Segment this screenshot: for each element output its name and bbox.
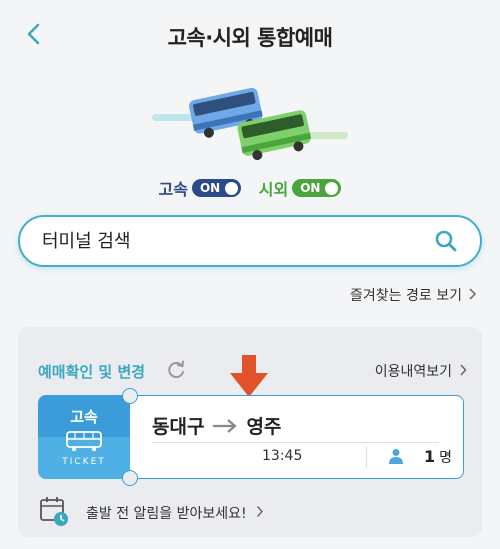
chevron-right-icon bbox=[469, 288, 477, 300]
express-toggle-group: 고속 ON bbox=[159, 176, 242, 200]
toggle-knob bbox=[225, 181, 239, 195]
bus-illustration bbox=[152, 87, 348, 161]
ticket-bus-type: 고속 bbox=[70, 408, 98, 426]
express-toggle[interactable]: ON bbox=[191, 179, 242, 197]
intercity-toggle-state: ON bbox=[300, 181, 321, 195]
favorite-routes-link[interactable]: 즐겨찾는 경로 보기 bbox=[350, 285, 462, 305]
ticket-body: 동대구 영주 13:45 1명 bbox=[122, 388, 464, 486]
destination-terminal: 영주 bbox=[246, 416, 282, 438]
arrow-down-icon bbox=[230, 355, 268, 397]
ticket-notch bbox=[122, 388, 138, 404]
search-icon[interactable] bbox=[434, 229, 458, 253]
reservation-check-link[interactable]: 예매확인 및 변경 bbox=[38, 361, 145, 382]
divider bbox=[366, 446, 367, 468]
arrow-right-icon bbox=[213, 418, 238, 433]
intercity-toggle[interactable]: ON bbox=[292, 179, 342, 197]
express-toggle-state: ON bbox=[199, 181, 221, 195]
departure-time: 13:45 bbox=[262, 448, 303, 464]
header: 고속·시외 통합예매 bbox=[0, 0, 500, 70]
express-toggle-label: 고속 bbox=[158, 180, 188, 199]
origin-terminal: 동대구 bbox=[152, 416, 205, 438]
chevron-right-icon bbox=[460, 364, 467, 376]
terminal-search-box[interactable] bbox=[18, 215, 482, 267]
departure-alarm-link[interactable]: 출발 전 알림을 받아보세요! bbox=[86, 503, 247, 523]
reservation-card: 예매확인 및 변경 이용내역보기 고속 TICKET 동대구 영주 13:45 … bbox=[18, 327, 482, 537]
ticket-stub: 고속 TICKET bbox=[38, 395, 130, 479]
usage-history-link[interactable]: 이용내역보기 bbox=[375, 361, 452, 381]
passenger-info: 1명 bbox=[424, 447, 452, 467]
toggle-knob bbox=[325, 181, 339, 195]
bus-icon bbox=[66, 431, 102, 452]
passenger-unit: 명 bbox=[439, 450, 453, 466]
ticket-route: 동대구 영주 bbox=[152, 412, 281, 439]
ticket-stub-label: TICKET bbox=[62, 457, 106, 467]
refresh-icon[interactable] bbox=[166, 360, 186, 380]
terminal-search-input[interactable] bbox=[42, 229, 422, 253]
intercity-toggle-label: 시외 bbox=[258, 180, 289, 199]
chevron-right-icon bbox=[256, 506, 263, 517]
page-title: 고속·시외 통합예매 bbox=[167, 26, 333, 50]
person-icon bbox=[389, 449, 403, 464]
intercity-toggle-group: 시외 ON bbox=[259, 176, 342, 200]
ticket-notch bbox=[122, 470, 138, 486]
passenger-count: 1 bbox=[424, 447, 436, 466]
bus-type-toggles: 고속 ON 시외 ON bbox=[0, 176, 500, 200]
divider bbox=[152, 442, 439, 443]
calendar-clock-icon bbox=[40, 497, 68, 526]
reservation-ticket[interactable]: 고속 TICKET 동대구 영주 13:45 1 명 bbox=[38, 388, 464, 486]
